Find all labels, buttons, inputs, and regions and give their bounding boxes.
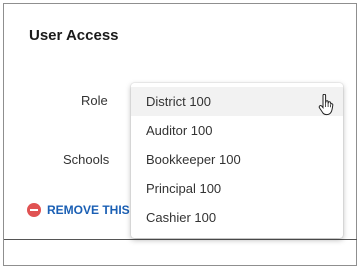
minus-circle-icon: [27, 203, 41, 217]
schools-label: Schools: [63, 152, 110, 167]
dropdown-option[interactable]: Cashier 100: [131, 203, 343, 232]
remove-link-label: REMOVE THIS I: [47, 203, 131, 217]
dropdown-option[interactable]: Principal 100: [131, 174, 343, 203]
divider: [4, 239, 357, 240]
dropdown-option[interactable]: Bookkeeper 100: [131, 145, 343, 174]
dropdown-option[interactable]: Auditor 100: [131, 116, 343, 145]
role-label: Role: [81, 93, 108, 108]
dropdown-option[interactable]: District 100: [131, 87, 343, 116]
role-dropdown-menu: District 100 Auditor 100 Bookkeeper 100 …: [131, 83, 343, 238]
hand-pointer-icon: [318, 94, 334, 116]
section-title: User Access: [29, 27, 119, 44]
remove-this-link[interactable]: REMOVE THIS I: [27, 203, 131, 217]
